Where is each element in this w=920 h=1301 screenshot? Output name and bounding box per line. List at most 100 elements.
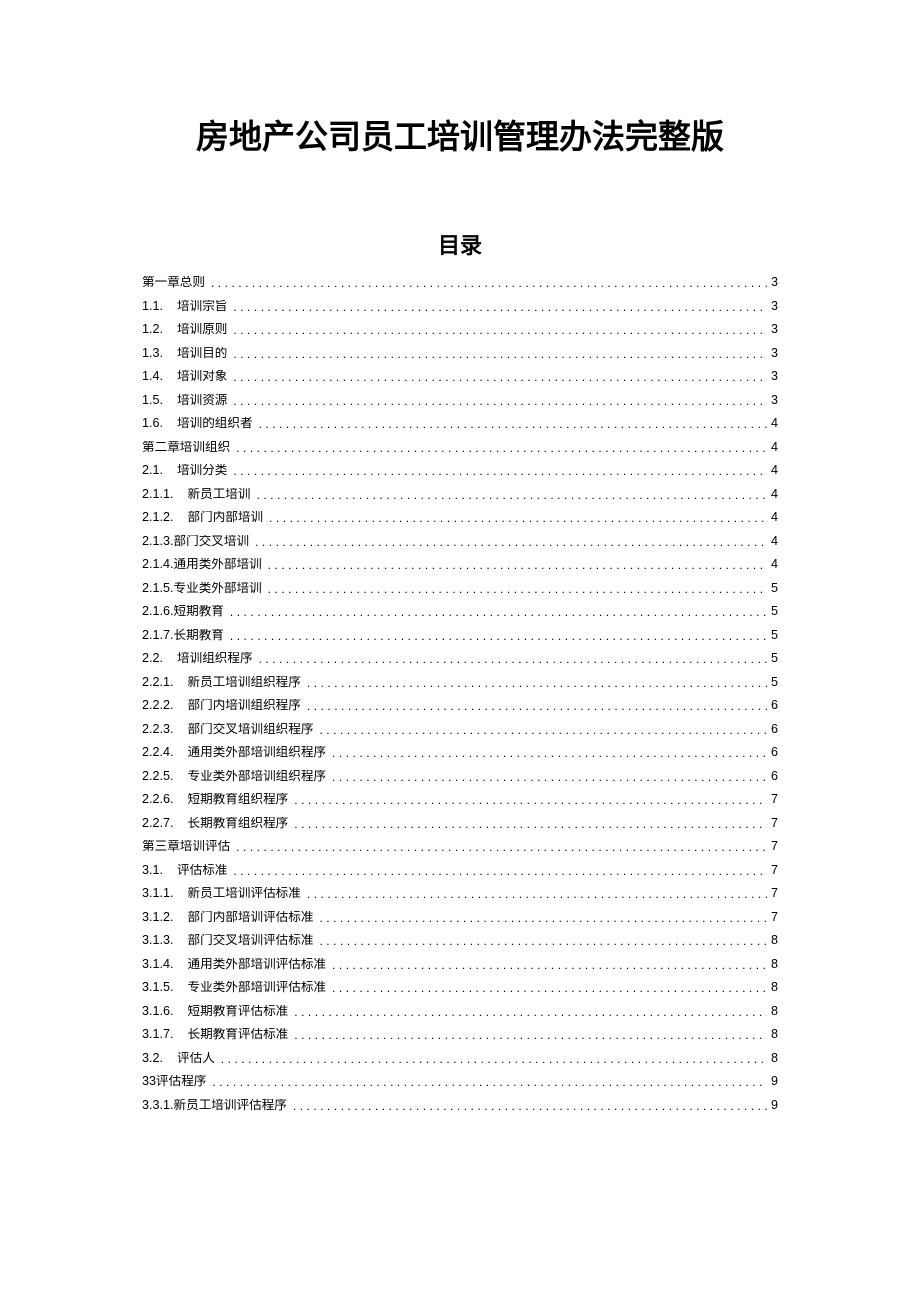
- toc-leader-dots: [319, 935, 767, 947]
- toc-entry-label: 评估人: [177, 1052, 215, 1065]
- toc-entry-number: 3.1.5.: [142, 981, 174, 994]
- toc-entry: 3.2.评估人8: [142, 1052, 778, 1076]
- toc-entry-page: 5: [767, 605, 778, 618]
- toc-entry-page: 8: [767, 1005, 778, 1018]
- toc-entry: 2.1.1. 新员工培训 4: [142, 488, 778, 512]
- toc-entry-label: 培训的组织者: [177, 417, 253, 430]
- toc-entry-label: 短期教育评估标准: [188, 1005, 289, 1018]
- toc-leader-dots: [233, 371, 767, 383]
- toc-entry-number: 1.3.: [142, 347, 163, 360]
- toc-entry-label: 通用类外部培训: [174, 558, 262, 571]
- toc-entry-page: 4: [767, 511, 778, 524]
- toc-entry-number: 3.1.1.: [142, 887, 174, 900]
- toc-entry-page: 4: [767, 488, 778, 501]
- toc-entry-label: 部门交叉培训组织程序: [188, 723, 314, 736]
- toc-entry-number: 2.1.3.: [142, 535, 174, 548]
- toc-entry-label: 培训宗旨: [177, 300, 227, 313]
- toc-leader-dots: [256, 489, 767, 501]
- toc-entry: 1.2.培训原则3: [142, 323, 778, 347]
- toc-leader-dots: [319, 912, 767, 924]
- document-page: 房地产公司员工培训管理办法完整版 目录 第一章总则 3 1.1. 培训宗旨 3 1.2. 培…: [0, 0, 920, 1301]
- toc-entry-number: 2.1.5.: [142, 582, 174, 595]
- toc-leader-dots: [332, 959, 767, 971]
- toc-entry: 2.2. 培训组织程序 5: [142, 652, 778, 676]
- toc-entry-number: 2.2.: [142, 652, 163, 665]
- toc-leader-dots: [307, 677, 767, 689]
- toc-entry-number: 2.1.7.: [142, 629, 174, 642]
- toc-entry: 3.1.7.长期教育评估标准8: [142, 1028, 778, 1052]
- toc-entry: 3.1.3.部门交叉培训评估标准8: [142, 934, 778, 958]
- toc-leader-dots: [294, 1006, 767, 1018]
- toc-leader-dots: [259, 653, 767, 665]
- table-of-contents: 第一章总则31.1.培训宗旨31.2.培训原则31.3.培训目的31.4.培训对…: [142, 276, 778, 1122]
- toc-entry-label: 培训原则: [177, 323, 227, 336]
- toc-leader-dots: [233, 324, 767, 336]
- toc-leader-dots: [221, 1053, 767, 1065]
- toc-entry-number: 1.5.: [142, 394, 163, 407]
- toc-entry-label: 第一章总则: [142, 276, 205, 289]
- toc-heading: 目录: [142, 228, 778, 260]
- toc-leader-dots: [319, 724, 767, 736]
- toc-entry-page: 3: [767, 300, 778, 313]
- toc-entry: 2.2.3.部门交叉培训组织程序6: [142, 723, 778, 747]
- toc-leader-dots: [233, 865, 767, 877]
- toc-entry-page: 8: [767, 981, 778, 994]
- toc-leader-dots: [332, 982, 767, 994]
- toc-entry-page: 9: [767, 1099, 778, 1112]
- toc-entry-label: 部门内培训组织程序: [188, 699, 301, 712]
- toc-entry-number: 3.1.: [142, 864, 163, 877]
- toc-entry-page: 4: [767, 417, 778, 430]
- toc-entry-page: 3: [767, 370, 778, 383]
- toc-entry: 1.5.培训资源3: [142, 394, 778, 418]
- toc-entry-number: 2.2.4.: [142, 746, 174, 759]
- toc-entry-number: 3.2.: [142, 1052, 163, 1065]
- toc-entry-number: 2.1.4.: [142, 558, 174, 571]
- toc-entry: 2.2.4.通用类外部培训组织程序6: [142, 746, 778, 770]
- toc-entry: 2.2.2.部门内培训组织程序6: [142, 699, 778, 723]
- toc-entry-label: 部门交叉培训: [174, 535, 250, 548]
- toc-entry-number: 3.1.4.: [142, 958, 174, 971]
- toc-entry: 2.1.7.长期教育5: [142, 629, 778, 653]
- toc-entry-number: 33: [142, 1075, 156, 1088]
- toc-leader-dots: [259, 418, 767, 430]
- toc-entry: 2.1.5.专业类外部培训5: [142, 582, 778, 606]
- document-title: 房地产公司员工培训管理办法完整版: [142, 110, 778, 158]
- toc-entry-number: 3.1.7.: [142, 1028, 174, 1041]
- toc-leader-dots: [212, 1076, 767, 1088]
- toc-entry-number: 1.1.: [142, 300, 163, 313]
- toc-leader-dots: [332, 747, 767, 759]
- toc-entry-number: 2.1.1.: [142, 488, 174, 501]
- toc-leader-dots: [294, 1029, 767, 1041]
- toc-leader-dots: [294, 794, 767, 806]
- toc-entry-page: 5: [767, 652, 778, 665]
- toc-entry-page: 5: [767, 582, 778, 595]
- toc-entry: 1.1. 培训宗旨 3: [142, 300, 778, 324]
- toc-entry-number: 3.3.1.: [142, 1099, 174, 1112]
- toc-entry-number: 2.2.1.: [142, 676, 174, 689]
- toc-entry-page: 7: [767, 793, 778, 806]
- toc-entry: 2.2.1.新员工培训组织程序5: [142, 676, 778, 700]
- toc-entry-page: 6: [767, 770, 778, 783]
- toc-entry-label: 培训目的: [177, 347, 227, 360]
- toc-leader-dots: [307, 700, 767, 712]
- toc-entry-number: 1.6.: [142, 417, 163, 430]
- toc-entry-label: 新员工培训: [188, 488, 251, 501]
- toc-entry-label: 培训分类: [177, 464, 227, 477]
- toc-entry-number: 2.2.6.: [142, 793, 174, 806]
- toc-leader-dots: [233, 465, 767, 477]
- toc-entry-number: 2.1.6.: [142, 605, 174, 618]
- toc-entry-number: 1.2.: [142, 323, 163, 336]
- toc-entry: 3.1.1.新员工培训评估标准7: [142, 887, 778, 911]
- toc-entry-label: 第三章培训评估: [142, 840, 230, 853]
- toc-entry-number: 2.2.3.: [142, 723, 174, 736]
- toc-entry-label: 通用类外部培训评估标准: [188, 958, 327, 971]
- toc-entry-page: 7: [767, 817, 778, 830]
- toc-entry-page: 7: [767, 840, 778, 853]
- toc-leader-dots: [268, 583, 767, 595]
- toc-entry: 第三章培训评估 7: [142, 840, 778, 864]
- toc-entry-label: 培训组织程序: [177, 652, 253, 665]
- toc-entry-label: 部门内部培训: [188, 511, 264, 524]
- toc-entry-page: 7: [767, 887, 778, 900]
- toc-entry-label: 长期教育评估标准: [188, 1028, 289, 1041]
- toc-entry-number: 3.1.2.: [142, 911, 174, 924]
